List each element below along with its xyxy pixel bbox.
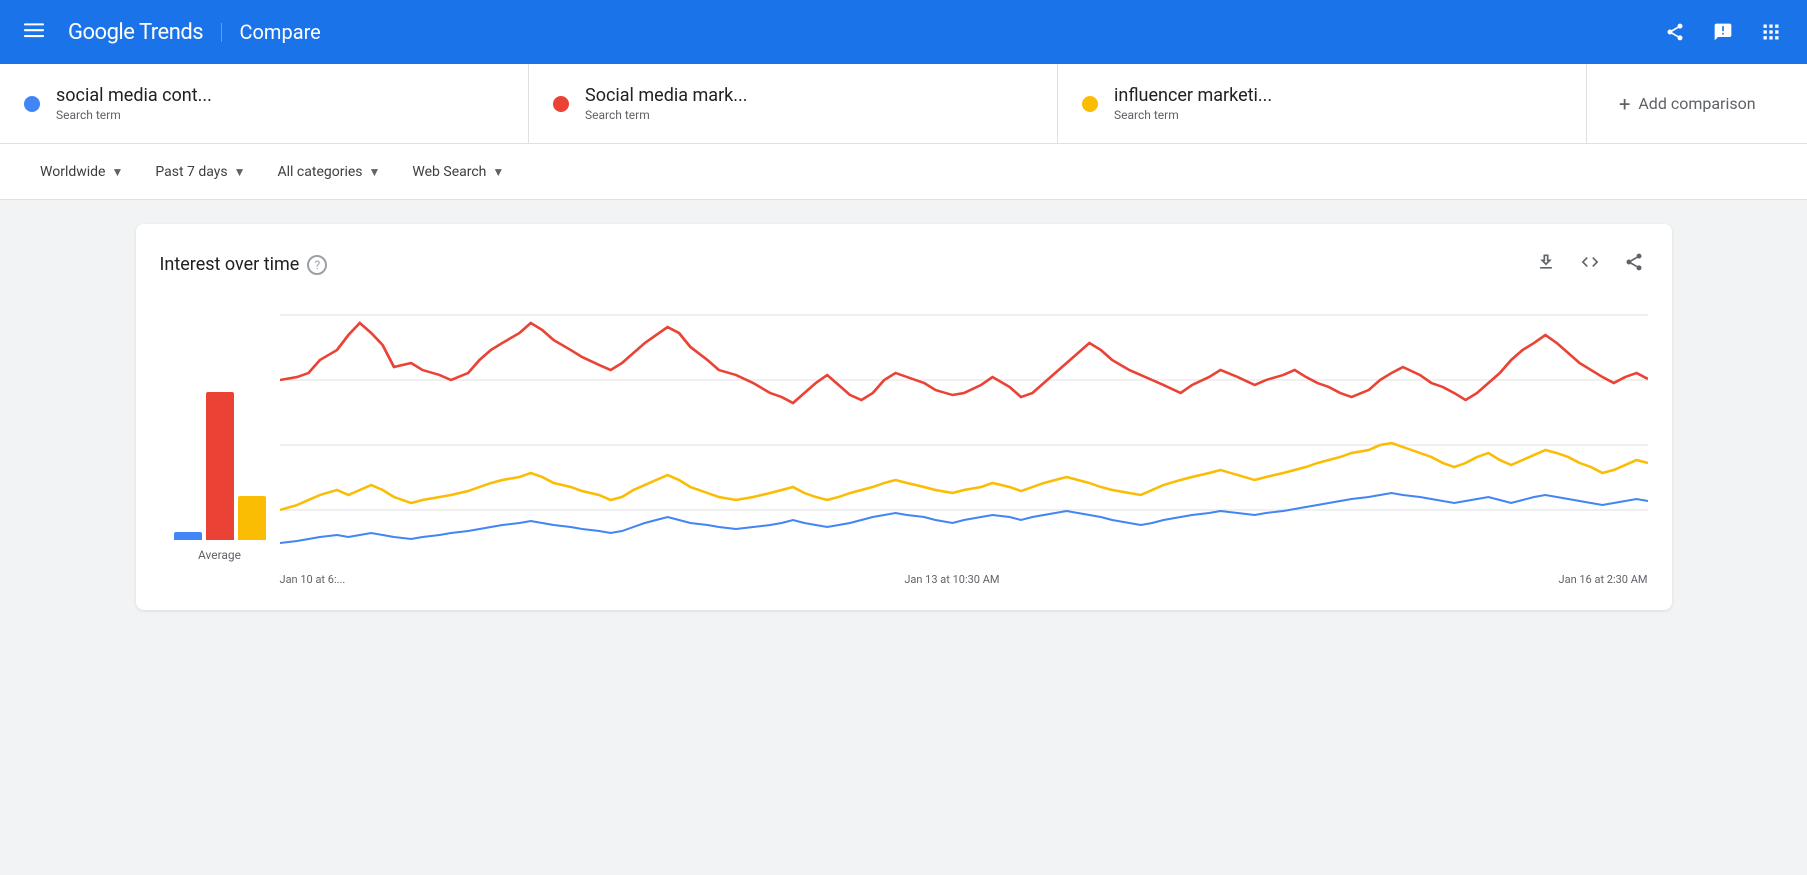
category-dropdown-arrow: ▼ xyxy=(369,165,381,179)
time-dropdown-arrow: ▼ xyxy=(234,165,246,179)
term-1-dot xyxy=(24,96,40,112)
interest-over-time-card: Interest over time ? xyxy=(136,224,1672,610)
filter-bar: Worldwide ▼ Past 7 days ▼ All categories… xyxy=(0,144,1807,200)
chart-svg: 100 75 50 25 xyxy=(280,305,1648,565)
menu-icon[interactable] xyxy=(16,12,52,53)
header-compare-label: Compare xyxy=(240,20,321,44)
help-icon[interactable]: ? xyxy=(307,255,327,275)
geo-filter-label: Worldwide xyxy=(40,164,105,180)
average-label: Average xyxy=(198,548,241,562)
x-label-2: Jan 13 at 10:30 AM xyxy=(904,573,999,586)
app-header: Google Trends | Compare xyxy=(0,0,1807,64)
chart-title: Interest over time xyxy=(160,254,300,275)
average-bars xyxy=(174,340,266,540)
chart-title-area: Interest over time ? xyxy=(160,254,328,275)
search-type-dropdown-arrow: ▼ xyxy=(492,165,504,179)
avg-bar-blue xyxy=(174,532,202,540)
term-2-dot xyxy=(553,96,569,112)
avg-bar-yellow xyxy=(238,496,266,540)
x-label-1: Jan 10 at 6:... xyxy=(280,573,346,586)
term-1-info: social media cont... Search term xyxy=(56,85,212,122)
chart-share-icon[interactable] xyxy=(1620,248,1648,281)
apps-icon[interactable] xyxy=(1751,12,1791,52)
time-filter-label: Past 7 days xyxy=(155,164,227,180)
feedback-icon[interactable] xyxy=(1703,12,1743,52)
chart-sidebar: Average xyxy=(160,305,280,586)
term-2-type: Search term xyxy=(585,108,748,122)
share-icon[interactable] xyxy=(1655,12,1695,52)
search-type-filter-label: Web Search xyxy=(412,164,486,180)
term-3-type: Search term xyxy=(1114,108,1272,122)
add-icon: + xyxy=(1619,92,1630,116)
term-2-info: Social media mark... Search term xyxy=(585,85,748,122)
chart-area: Average 100 75 50 25 xyxy=(160,305,1648,586)
add-comparison-button[interactable]: + Add comparison xyxy=(1587,64,1807,143)
header-actions xyxy=(1655,12,1791,52)
term-3-info: influencer marketi... Search term xyxy=(1114,85,1272,122)
category-filter[interactable]: All categories ▼ xyxy=(262,156,397,188)
header-divider: | xyxy=(219,20,223,45)
time-filter[interactable]: Past 7 days ▼ xyxy=(139,156,261,188)
download-icon[interactable] xyxy=(1532,248,1560,281)
add-comparison-label: Add comparison xyxy=(1638,94,1755,113)
geo-filter[interactable]: Worldwide ▼ xyxy=(24,156,139,188)
embed-icon[interactable] xyxy=(1576,248,1604,281)
app-logo: Google Trends xyxy=(68,20,203,45)
term-1-type: Search term xyxy=(56,108,212,122)
term-3-dot xyxy=(1082,96,1098,112)
avg-bar-red xyxy=(206,392,234,540)
chart-x-labels: Jan 10 at 6:... Jan 13 at 10:30 AM Jan 1… xyxy=(280,565,1648,586)
term-3-name: influencer marketi... xyxy=(1114,85,1272,106)
term-1-name: social media cont... xyxy=(56,85,212,106)
chart-main: 100 75 50 25 Jan 10 at 6:... Jan 1 xyxy=(280,305,1648,586)
main-content: Interest over time ? xyxy=(104,200,1704,634)
search-type-filter[interactable]: Web Search ▼ xyxy=(396,156,520,188)
geo-dropdown-arrow: ▼ xyxy=(111,165,123,179)
search-term-3[interactable]: influencer marketi... Search term xyxy=(1058,64,1587,143)
x-label-3: Jan 16 at 2:30 AM xyxy=(1559,573,1648,586)
search-term-1[interactable]: social media cont... Search term xyxy=(0,64,529,143)
search-term-2[interactable]: Social media mark... Search term xyxy=(529,64,1058,143)
chart-actions xyxy=(1532,248,1648,281)
search-terms-bar: social media cont... Search term Social … xyxy=(0,64,1807,144)
category-filter-label: All categories xyxy=(278,164,363,180)
chart-header: Interest over time ? xyxy=(160,248,1648,281)
term-2-name: Social media mark... xyxy=(585,85,748,106)
